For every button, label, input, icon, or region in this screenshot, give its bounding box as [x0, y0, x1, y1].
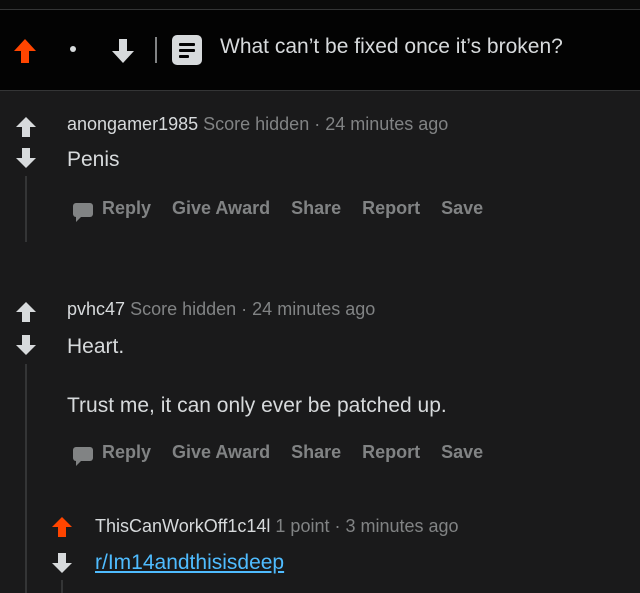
- comment-bubble-icon: [73, 202, 93, 222]
- meta-separator: ·: [334, 516, 341, 536]
- downvote-icon[interactable]: [15, 147, 37, 169]
- save-button[interactable]: Save: [441, 442, 483, 463]
- give-award-button[interactable]: Give Award: [172, 198, 270, 219]
- downvote-icon[interactable]: [51, 552, 73, 574]
- upvote-icon[interactable]: [51, 516, 73, 538]
- report-button[interactable]: Report: [362, 198, 420, 219]
- comment-score: Score hidden: [130, 299, 237, 319]
- subreddit-link[interactable]: r/Im14andthisisdeep: [95, 551, 284, 575]
- thread-line[interactable]: [61, 580, 63, 593]
- reply-label: Reply: [102, 442, 152, 462]
- save-button[interactable]: Save: [441, 198, 483, 219]
- share-button[interactable]: Share: [291, 442, 341, 463]
- comment-body-line: Trust me, it can only ever be patched up…: [67, 394, 447, 417]
- comment-actions: Reply Give Award Share Report Save: [73, 442, 504, 466]
- comment-meta: pvhc47 Score hidden · 24 minutes ago: [67, 299, 375, 320]
- upvote-icon[interactable]: [15, 116, 37, 138]
- comment-meta: ThisCanWorkOff1c14l 1 point · 3 minutes …: [95, 516, 459, 537]
- upvote-icon[interactable]: [15, 301, 37, 323]
- downvote-icon[interactable]: [111, 38, 135, 64]
- header-divider: [155, 37, 157, 63]
- meta-separator: ·: [241, 299, 248, 319]
- post-text-icon: [172, 35, 202, 65]
- comment-time[interactable]: 24 minutes ago: [252, 299, 375, 319]
- comment-time[interactable]: 24 minutes ago: [325, 114, 448, 134]
- top-edge: [0, 0, 640, 10]
- post-header: What can’t be fixed once it’s broken?: [0, 10, 640, 91]
- separator-dot-icon: [70, 46, 76, 52]
- comment-bubble-icon: [73, 446, 93, 466]
- thread-line[interactable]: [25, 364, 27, 593]
- share-button[interactable]: Share: [291, 198, 341, 219]
- post-title[interactable]: What can’t be fixed once it’s broken?: [220, 35, 563, 59]
- thread-line[interactable]: [25, 176, 27, 242]
- report-button[interactable]: Report: [362, 442, 420, 463]
- reply-button[interactable]: Reply: [73, 442, 152, 466]
- comment-body: Penis: [67, 148, 120, 171]
- comment-score: Score hidden: [203, 114, 310, 134]
- meta-separator: ·: [314, 114, 321, 134]
- upvote-icon[interactable]: [13, 38, 37, 64]
- comment-author[interactable]: pvhc47: [67, 299, 125, 319]
- reply-label: Reply: [102, 198, 152, 218]
- reply-button[interactable]: Reply: [73, 198, 152, 222]
- comment-meta: anongamer1985 Score hidden · 24 minutes …: [67, 114, 448, 135]
- comment-body-line: Heart.: [67, 335, 125, 358]
- give-award-button[interactable]: Give Award: [172, 442, 270, 463]
- downvote-icon[interactable]: [15, 334, 37, 356]
- comment-time[interactable]: 3 minutes ago: [346, 516, 459, 536]
- comment-author[interactable]: anongamer1985: [67, 114, 198, 134]
- comment-author[interactable]: ThisCanWorkOff1c14l: [95, 516, 270, 536]
- comment-actions: Reply Give Award Share Report Save: [73, 198, 504, 222]
- comment-score: 1 point: [275, 516, 330, 536]
